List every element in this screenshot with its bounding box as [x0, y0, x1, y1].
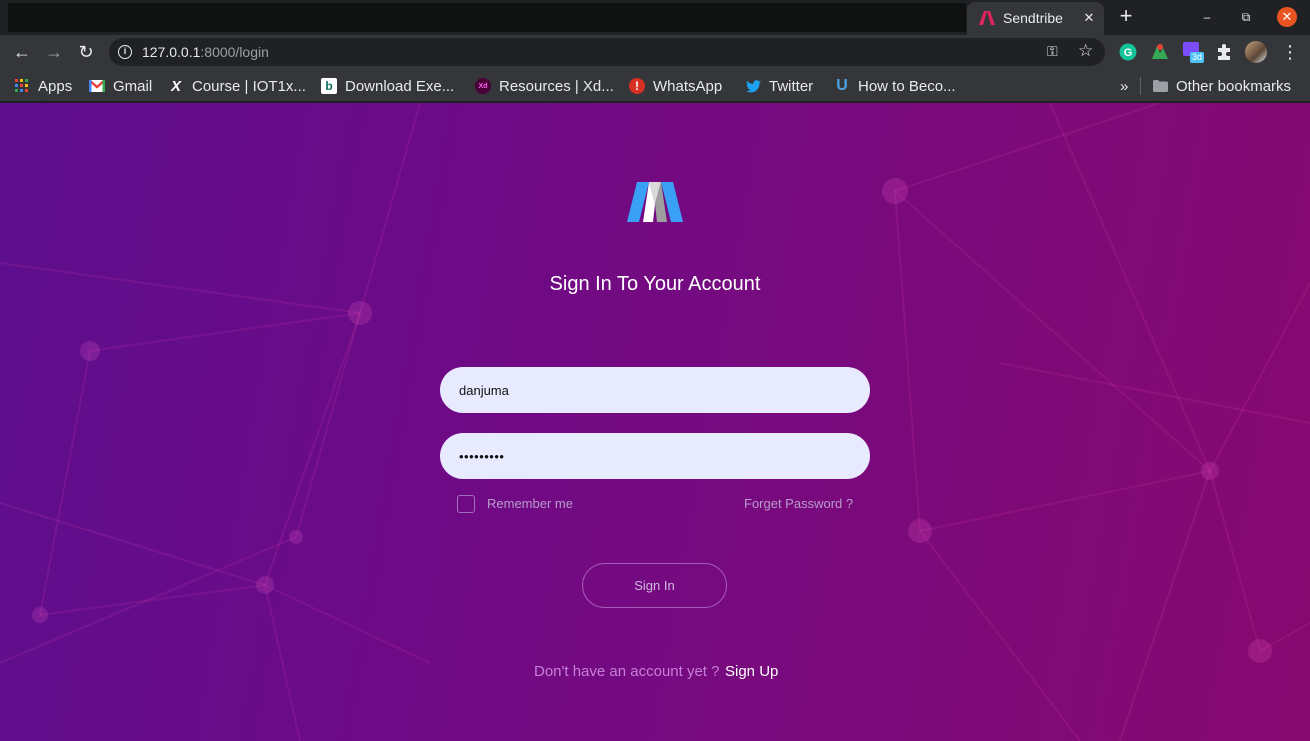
star-icon[interactable]: ☆	[1078, 41, 1093, 61]
forgot-password-link[interactable]: Forget Password ?	[744, 496, 853, 511]
bookmark-label: Other bookmarks	[1176, 77, 1292, 95]
tab-strip-empty-area	[8, 3, 966, 32]
remember-me-checkbox[interactable]	[457, 495, 475, 513]
profile-avatar[interactable]	[1245, 41, 1267, 63]
no-account-text: Don't have an account yet ?	[534, 663, 720, 680]
bookmark-gmail[interactable]: Gmail	[89, 76, 152, 96]
sendtribe-favicon-icon	[979, 11, 995, 25]
browser-menu-button[interactable]: ⋮	[1278, 40, 1302, 64]
xd-icon: Xd	[475, 78, 491, 94]
bookmarks-bar: Apps Gmail X Course | IOT1x... b Download …	[0, 69, 1310, 102]
remember-me-label[interactable]: Remember me	[487, 496, 573, 511]
bookmark-course[interactable]: X Course | IOT1x...	[168, 76, 306, 96]
edx-icon: X	[170, 77, 181, 95]
bookmark-how-to[interactable]: U How to Beco...	[834, 76, 956, 96]
new-tab-button[interactable]: +	[1114, 5, 1138, 29]
window-close-button[interactable]: ✕	[1277, 7, 1297, 27]
udemy-icon: U	[836, 77, 848, 94]
reload-button[interactable]: ↻	[74, 40, 98, 64]
sign-up-link[interactable]: Sign Up	[725, 663, 778, 680]
download-icon: b	[321, 78, 337, 94]
username-input[interactable]	[440, 367, 870, 413]
maps-extension-icon[interactable]	[1151, 43, 1169, 61]
bookmark-label: Twitter	[769, 77, 814, 95]
extension-badge: 3d	[1190, 52, 1204, 63]
url-text[interactable]: 127.0.0.1:8000/login	[142, 44, 269, 60]
bookmarks-divider	[1140, 77, 1141, 95]
browser-toolbar: ← → ↻ i 127.0.0.1:8000/login ⚿ ☆ G 3d ⋮	[0, 35, 1310, 69]
bookmark-label: WhatsApp	[653, 77, 723, 95]
bookmark-label: Download Exe...	[345, 77, 455, 95]
url-host: 127.0.0.1	[142, 44, 201, 60]
bookmark-label: Resources | Xd...	[499, 77, 614, 95]
app-logo	[627, 182, 683, 222]
address-bar[interactable]: i 127.0.0.1:8000/login ⚿ ☆	[109, 38, 1105, 66]
grammarly-icon[interactable]: G	[1119, 43, 1137, 61]
back-button[interactable]: ←	[10, 40, 34, 64]
apps-grid-icon	[14, 78, 30, 94]
bookmark-label: Gmail	[113, 77, 153, 95]
tab-sendtribe[interactable]: Sendtribe ✕	[967, 2, 1104, 35]
bookmark-label: How to Beco...	[858, 77, 956, 95]
calendar-extension-icon[interactable]: 3d	[1183, 42, 1205, 64]
bookmark-label: Apps	[38, 77, 73, 95]
bookmark-apps[interactable]: Apps	[14, 76, 72, 96]
page-title: Sign In To Your Account	[549, 273, 761, 295]
bookmark-download[interactable]: b Download Exe...	[321, 76, 454, 96]
other-bookmarks-folder[interactable]: Other bookmarks	[1152, 76, 1291, 96]
whatsapp-icon: !	[629, 78, 645, 94]
folder-icon	[1152, 78, 1168, 94]
maximize-button[interactable]: ⧉	[1237, 8, 1255, 26]
tab-title: Sendtribe	[1003, 10, 1063, 26]
minimize-button[interactable]: –	[1198, 8, 1216, 26]
bookmark-label: Course | IOT1x...	[192, 77, 306, 95]
tab-strip: Sendtribe ✕ + – ⧉ ✕	[0, 0, 1310, 35]
password-input[interactable]	[440, 433, 870, 479]
gmail-icon	[89, 78, 105, 94]
bookmarks-overflow-button[interactable]: »	[1120, 76, 1128, 96]
forward-button[interactable]: →	[42, 40, 66, 64]
sign-in-button[interactable]: Sign In	[582, 563, 727, 608]
bookmark-resources[interactable]: Xd Resources | Xd...	[475, 76, 614, 96]
puzzle-icon[interactable]	[1215, 43, 1233, 61]
url-path: :8000/login	[200, 44, 269, 60]
login-page: Sign In To Your Account Remember me Forg…	[0, 103, 1310, 741]
tab-close-icon[interactable]: ✕	[1080, 9, 1098, 27]
svg-text:G: G	[1124, 47, 1133, 59]
twitter-icon	[745, 78, 761, 94]
site-info-icon[interactable]: i	[118, 45, 132, 59]
bookmark-twitter[interactable]: Twitter	[745, 76, 813, 96]
key-icon[interactable]: ⚿	[1047, 43, 1058, 60]
bookmark-whatsapp[interactable]: ! WhatsApp	[629, 76, 722, 96]
